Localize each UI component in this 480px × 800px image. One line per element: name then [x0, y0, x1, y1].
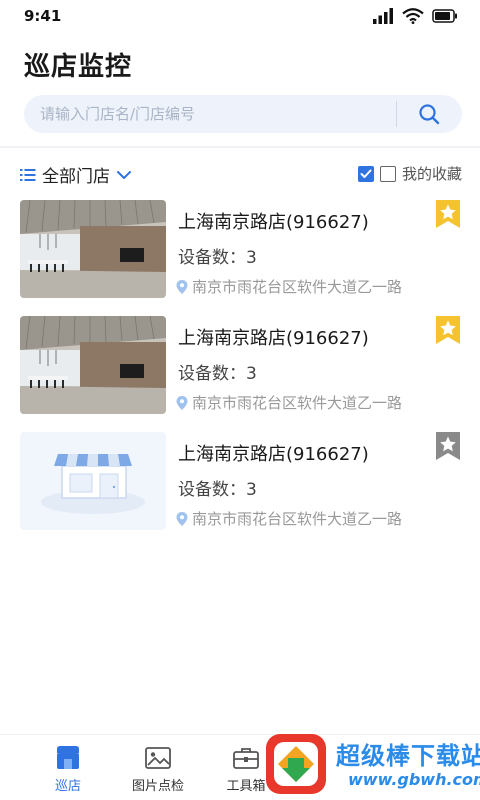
status-bar: 9:41: [0, 0, 480, 36]
chevron-down-icon: [117, 170, 131, 179]
store-address: 南京市雨花台区软件大道乙一路: [192, 510, 403, 528]
store-card[interactable]: 上海南京路店(916627) 设备数：3 南京市雨花台区软件大道乙一路: [0, 430, 480, 546]
tab-label: 巡店: [54, 779, 81, 794]
store-address: 南京市雨花台区软件大道乙一路: [192, 278, 403, 296]
favorites-label: 我的收藏: [401, 165, 462, 183]
store-device-count: 设备数：3: [178, 248, 257, 268]
list-icon: [20, 168, 36, 181]
watermark-url: www.gbwh.com: [348, 770, 480, 789]
store-photo: [20, 200, 166, 298]
location-pin-icon: [176, 279, 188, 294]
location-pin-icon: [176, 395, 188, 410]
select-all-checkbox[interactable]: [357, 165, 374, 182]
search-bar: [24, 95, 462, 133]
tab-label: 图片点检: [131, 779, 184, 794]
toolbox-icon: [233, 748, 259, 769]
download-logo-icon: [266, 734, 326, 794]
wifi-icon: [402, 8, 424, 24]
favorites-toggle[interactable]: 我的收藏: [357, 163, 462, 184]
store-filter-label: 全部门店: [42, 167, 110, 187]
store-icon: [57, 746, 79, 769]
search-divider: [396, 101, 397, 127]
status-icons: [372, 8, 458, 24]
watermark: 超级棒下载站 www.gbwh.com: [264, 728, 480, 800]
store-name: 上海南京路店(916627): [178, 328, 369, 349]
favorites-checkbox[interactable]: [379, 165, 396, 182]
page-title: 巡店监控: [24, 52, 133, 82]
search-icon: [419, 104, 440, 125]
search-button[interactable]: [412, 99, 446, 129]
store-address-row: 南京市雨花台区软件大道乙一路: [176, 508, 402, 529]
store-card[interactable]: 上海南京路店(916627) 设备数：3 南京市雨花台区软件大道乙一路: [0, 198, 480, 314]
store-placeholder-icon: [20, 432, 166, 530]
watermark-title: 超级棒下载站: [336, 742, 480, 770]
store-device-count: 设备数：3: [178, 364, 257, 384]
favorite-star-icon[interactable]: [436, 200, 460, 228]
store-photo: [20, 316, 166, 414]
filter-row: 全部门店 我的收藏: [0, 160, 480, 190]
favorite-star-icon[interactable]: [436, 316, 460, 344]
store-address: 南京市雨花台区软件大道乙一路: [192, 394, 403, 412]
signal-icon: [373, 8, 393, 24]
store-card[interactable]: 上海南京路店(916627) 设备数：3 南京市雨花台区软件大道乙一路: [0, 314, 480, 430]
tab-image-inspection[interactable]: 图片点检: [118, 745, 198, 794]
location-pin-icon: [176, 511, 188, 526]
search-input[interactable]: [40, 95, 390, 133]
tab-store-patrol[interactable]: 巡店: [28, 745, 108, 794]
status-time: 9:41: [24, 7, 62, 25]
battery-icon: [432, 9, 457, 23]
store-name: 上海南京路店(916627): [178, 212, 369, 233]
store-list: 上海南京路店(916627) 设备数：3 南京市雨花台区软件大道乙一路 上海南京…: [0, 198, 480, 546]
store-address-row: 南京市雨花台区软件大道乙一路: [176, 392, 402, 413]
store-filter-dropdown[interactable]: 全部门店: [20, 162, 132, 187]
tab-label: 工具箱: [226, 779, 266, 794]
check-icon: [360, 169, 372, 178]
store-name: 上海南京路店(916627): [178, 444, 369, 465]
header-separator: [0, 146, 480, 148]
favorite-star-icon[interactable]: [436, 432, 460, 460]
store-address-row: 南京市雨花台区软件大道乙一路: [176, 276, 402, 297]
image-icon: [145, 747, 171, 769]
store-device-count: 设备数：3: [178, 480, 257, 500]
